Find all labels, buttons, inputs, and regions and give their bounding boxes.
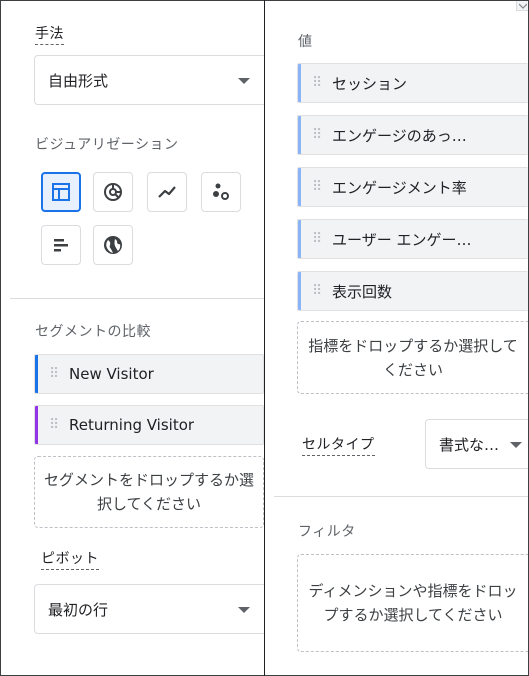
drag-handle-icon[interactable]: ⠿ (312, 232, 324, 246)
metric-color-bar (298, 272, 301, 310)
bar-chart-icon (54, 239, 68, 252)
table-icon (52, 183, 70, 201)
viz-scatter-button[interactable] (201, 172, 241, 212)
geo-map-icon (104, 236, 122, 254)
segment-chip-returning-visitor[interactable]: ⠿ Returning Visitor (34, 405, 264, 445)
tab-settings-panel: 手法 自由形式 ビジュアリゼーション セグメントの比較 ⠿ New Visito… (1, 1, 264, 675)
metric-label: 表示回数 (332, 282, 393, 301)
pivot-value: 最初の行 (48, 600, 109, 619)
dropdown-arrow-icon (238, 78, 250, 84)
viz-table-button[interactable] (41, 172, 81, 212)
segment-drop-text: セグメントをドロップするか選択してください (43, 471, 254, 513)
segment-chip-new-visitor[interactable]: ⠿ New Visitor (34, 354, 264, 394)
line-chart-icon (158, 186, 176, 198)
drag-handle-icon[interactable]: ⠿ (49, 367, 61, 381)
viz-donut-button[interactable] (93, 172, 133, 212)
segment-label: New Visitor (69, 365, 154, 383)
metric-chip-engaged-sessions[interactable]: ⠿ エンゲージのあっ… (297, 115, 528, 155)
segment-color-bar (35, 406, 38, 444)
metric-label: エンゲージのあっ… (332, 126, 467, 145)
segments-label: セグメントの比較 (35, 324, 151, 340)
filter-label: フィルタ (298, 524, 356, 540)
dropdown-arrow-icon (510, 442, 522, 448)
drag-handle-icon[interactable]: ⠿ (312, 180, 324, 194)
metric-chip-user-engagement[interactable]: ⠿ ユーザー エンゲー… (297, 219, 528, 259)
metric-chip-engagement-rate[interactable]: ⠿ エンゲージメント率 (297, 167, 528, 207)
donut-chart-icon (104, 183, 122, 201)
segment-color-bar (35, 355, 38, 393)
filter-drop-zone[interactable]: ディメンションや指標をドロップするか選択してください (297, 554, 528, 652)
viz-line-button[interactable] (147, 172, 187, 212)
cell-type-value: 書式な… (439, 435, 500, 454)
drag-handle-icon[interactable]: ⠿ (312, 76, 324, 90)
metric-drop-zone[interactable]: 指標をドロップするか選択してください (297, 321, 528, 394)
section-divider (10, 298, 264, 299)
scroll-up-arrow-icon[interactable] (516, 1, 528, 11)
metric-chip-sessions[interactable]: ⠿ セッション (297, 63, 528, 103)
metric-color-bar (298, 64, 301, 102)
metric-drop-text: 指標をドロップするか選択してください (308, 336, 518, 379)
viz-geo-button[interactable] (93, 225, 133, 265)
technique-label: 手法 (35, 23, 64, 45)
section-divider (274, 496, 528, 497)
drag-handle-icon[interactable]: ⠿ (49, 418, 61, 432)
scatter-chart-icon (213, 183, 229, 200)
metric-label: セッション (332, 74, 408, 93)
drag-handle-icon[interactable]: ⠿ (312, 284, 324, 298)
metric-color-bar (298, 116, 301, 154)
cell-type-select[interactable]: 書式な… (425, 419, 528, 469)
technique-select[interactable]: 自由形式 (34, 55, 264, 105)
metric-color-bar (298, 168, 301, 206)
pivot-select[interactable]: 最初の行 (34, 584, 264, 634)
values-label: 値 (298, 34, 313, 50)
viz-bar-button[interactable] (41, 225, 81, 265)
dropdown-arrow-icon (238, 607, 250, 613)
metric-color-bar (298, 220, 301, 258)
pivot-label: ピボット (41, 548, 99, 570)
values-panel: 値 ⠿ セッション ⠿ エンゲージのあっ… ⠿ エンゲージメント率 ⠿ ユーザー… (265, 1, 528, 675)
filter-drop-text: ディメンションや指標をドロップするか選択してください (308, 582, 518, 624)
drag-handle-icon[interactable]: ⠿ (312, 128, 324, 142)
segment-label: Returning Visitor (69, 416, 195, 434)
cell-type-label: セルタイプ (302, 434, 375, 456)
metric-chip-views[interactable]: ⠿ 表示回数 (297, 271, 528, 311)
segment-drop-zone[interactable]: セグメントをドロップするか選択してください (34, 456, 264, 528)
metric-label: エンゲージメント率 (332, 178, 467, 197)
metric-label: ユーザー エンゲー… (332, 230, 472, 249)
visualization-label: ビジュアリゼーション (35, 137, 179, 153)
technique-value: 自由形式 (48, 71, 109, 90)
